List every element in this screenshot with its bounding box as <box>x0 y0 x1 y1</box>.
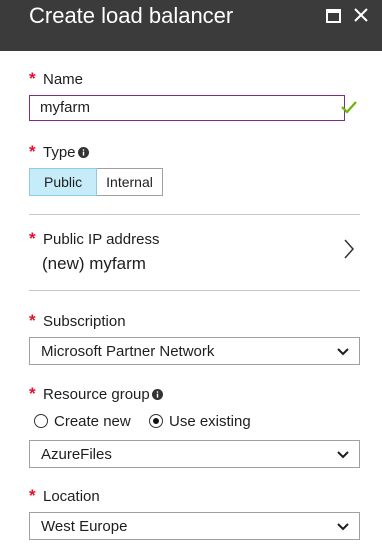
create-load-balancer-blade: Create load balancer * Name myfarm * Typ… <box>0 0 382 558</box>
divider <box>29 290 360 291</box>
location-dropdown[interactable]: West Europe <box>29 512 360 540</box>
public-ip-address-selector[interactable]: * Public IP address (new) myfarm <box>29 216 360 290</box>
check-icon <box>341 101 357 114</box>
required-marker: * <box>29 311 36 330</box>
blade-title: Create load balancer <box>29 3 234 28</box>
location-value: West Europe <box>41 518 128 535</box>
chevron-down-icon <box>337 523 349 531</box>
maximize-button[interactable] <box>323 4 343 24</box>
radio-button[interactable] <box>34 414 48 428</box>
public-ip-value: (new) myfarm <box>42 254 146 273</box>
required-marker: * <box>29 384 36 403</box>
type-label: Type <box>43 144 76 161</box>
required-marker: * <box>29 142 36 161</box>
type-toggle-group: Public Internal <box>29 168 163 196</box>
name-label: Name <box>43 71 84 88</box>
radio-use-existing-label: Use existing <box>169 412 251 430</box>
public-ip-label: Public IP address <box>43 231 160 248</box>
type-option-public[interactable]: Public <box>29 168 98 196</box>
required-marker: * <box>29 69 36 88</box>
subscription-label: Subscription <box>43 313 126 330</box>
resource-group-dropdown[interactable]: AzureFiles <box>29 440 360 468</box>
info-icon[interactable] <box>78 147 89 158</box>
divider <box>29 214 360 215</box>
info-icon[interactable] <box>152 389 163 400</box>
close-button[interactable] <box>352 4 372 24</box>
radio-create-new[interactable]: Create new <box>34 410 131 432</box>
radio-use-existing[interactable]: Use existing <box>149 410 251 432</box>
title-bar: Create load balancer <box>0 0 382 51</box>
maximize-icon <box>326 9 341 23</box>
resource-group-value: AzureFiles <box>41 446 112 463</box>
resource-group-label: Resource group <box>43 386 150 403</box>
location-label: Location <box>43 488 100 505</box>
required-marker: * <box>29 229 36 248</box>
radio-button-checked[interactable] <box>149 414 163 428</box>
name-input[interactable]: myfarm <box>29 95 345 121</box>
subscription-dropdown[interactable]: Microsoft Partner Network <box>29 337 360 365</box>
chevron-right-icon <box>344 239 355 259</box>
subscription-value: Microsoft Partner Network <box>41 343 215 360</box>
required-marker: * <box>29 486 36 505</box>
radio-create-new-label: Create new <box>54 412 131 430</box>
chevron-down-icon <box>337 451 349 459</box>
chevron-down-icon <box>337 348 349 356</box>
type-option-internal[interactable]: Internal <box>97 168 163 196</box>
close-icon <box>354 8 368 22</box>
